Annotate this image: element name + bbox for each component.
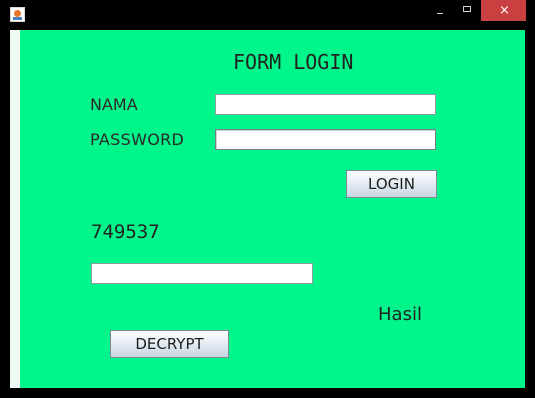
close-icon: × — [499, 3, 510, 18]
login-button[interactable]: LOGIN — [346, 170, 437, 198]
app-window: × FORM LOGIN NAMA PASSWORD LOGIN 749537 … — [0, 0, 535, 398]
nama-label: NAMA — [90, 95, 138, 114]
title-bar: × — [0, 0, 535, 29]
minimize-icon — [437, 13, 443, 14]
right-border — [526, 29, 535, 398]
form-title: FORM LOGIN — [233, 50, 354, 74]
cipher-input[interactable] — [91, 263, 313, 284]
java-cup-icon — [10, 7, 25, 22]
maximize-button[interactable] — [455, 0, 479, 22]
decrypt-button[interactable]: DECRYPT — [110, 330, 229, 358]
close-button[interactable]: × — [481, 0, 526, 21]
nama-input[interactable] — [215, 94, 436, 115]
minimize-button[interactable] — [428, 0, 452, 22]
number-value: 749537 — [91, 221, 160, 243]
form-panel — [20, 30, 525, 388]
password-input[interactable] — [215, 129, 436, 150]
maximize-icon — [463, 6, 471, 12]
left-border — [10, 30, 20, 388]
password-label: PASSWORD — [90, 130, 185, 149]
hasil-label: Hasil — [378, 304, 422, 325]
